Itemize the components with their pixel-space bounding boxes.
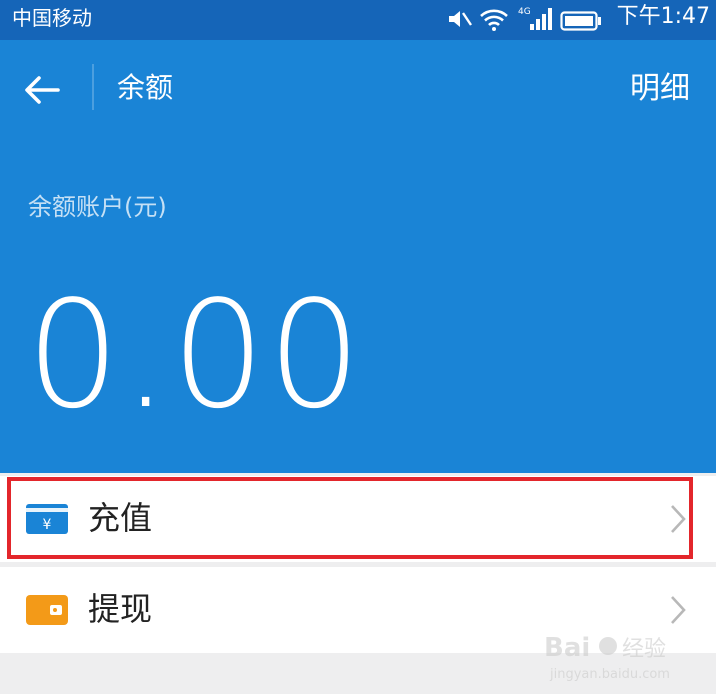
watermark-brand: Bai bbox=[544, 633, 590, 663]
network-type-label: 4G bbox=[518, 7, 531, 17]
carrier-name: 中国移动 bbox=[12, 6, 92, 30]
recharge-card-icon: ¥ bbox=[26, 504, 68, 534]
battery-icon bbox=[560, 11, 601, 31]
back-arrow-icon[interactable] bbox=[22, 72, 62, 108]
balance-label: 余额账户(元) bbox=[28, 193, 167, 221]
signal-icon: 4G bbox=[518, 7, 552, 30]
withdraw-label: 提现 bbox=[88, 590, 153, 628]
clock: 下午1:47 bbox=[616, 4, 710, 29]
chevron-right-icon bbox=[671, 596, 686, 624]
page-title: 余额 bbox=[117, 71, 174, 104]
mute-icon bbox=[449, 11, 472, 27]
watermark-url: jingyan.baidu.com bbox=[549, 667, 670, 682]
yuan-symbol: ¥ bbox=[43, 517, 52, 533]
recharge-row[interactable]: ¥ 充值 bbox=[0, 476, 716, 562]
balance-amount: 0.00 bbox=[26, 269, 364, 441]
baidu-jingyan-watermark: Bai 经验 jingyan.baidu.com bbox=[544, 633, 670, 682]
watermark-brand-cn: 经验 bbox=[622, 637, 666, 662]
wifi-icon bbox=[480, 9, 508, 31]
wallet-icon bbox=[26, 595, 68, 625]
balance-header: 余额 明细 余额账户(元) 0.00 bbox=[0, 40, 716, 473]
status-bar: 中国移动 4G 下午1:47 bbox=[0, 0, 716, 40]
nav-divider bbox=[92, 64, 94, 110]
paw-icon bbox=[599, 637, 617, 655]
chevron-right-icon bbox=[671, 505, 686, 533]
recharge-label: 充值 bbox=[88, 499, 153, 537]
detail-link[interactable]: 明细 bbox=[630, 70, 690, 108]
